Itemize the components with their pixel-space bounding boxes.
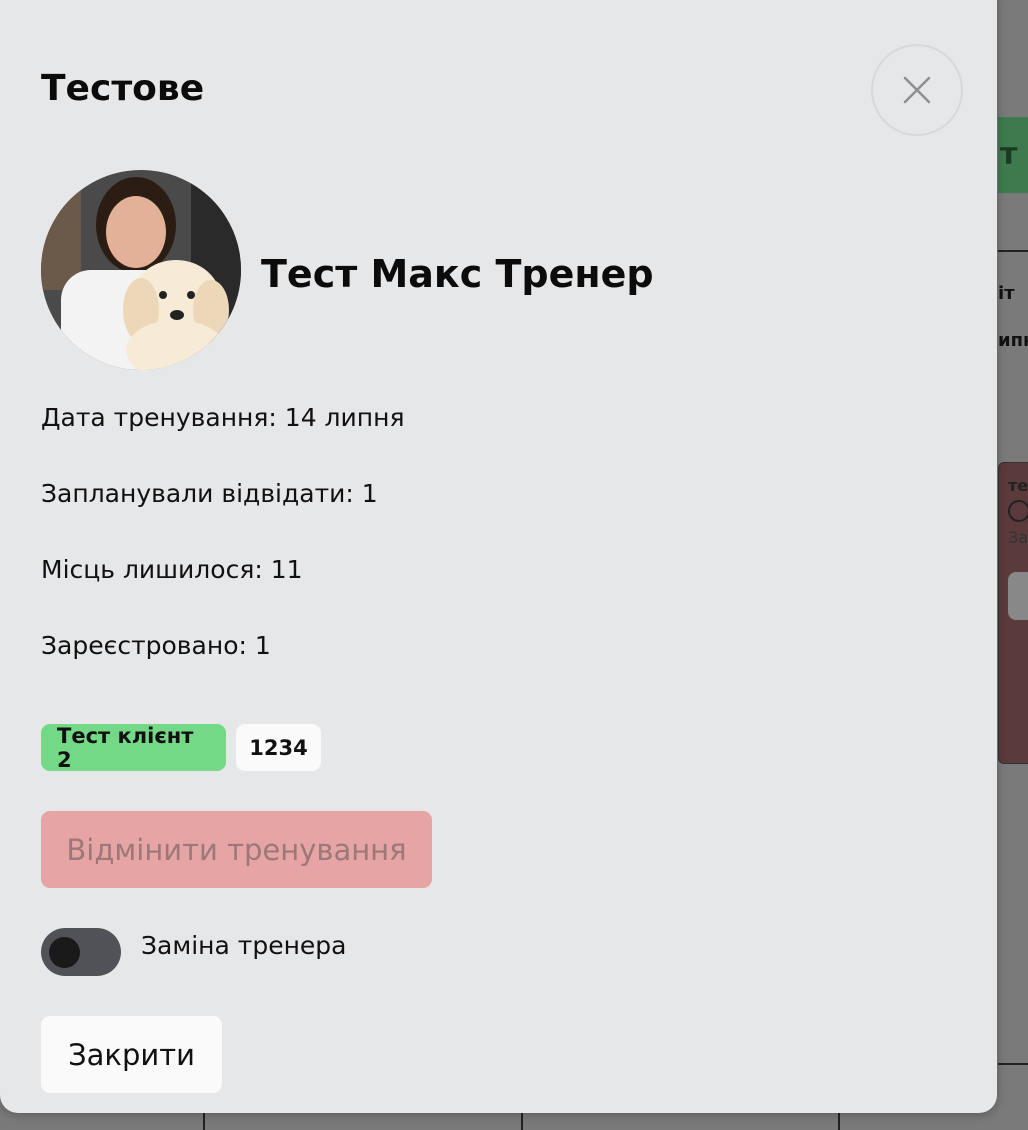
planned-count: Запланували відвідати: 1 xyxy=(41,479,378,508)
background-divider xyxy=(998,250,1028,252)
background-card-sub: За xyxy=(1008,528,1028,547)
toggle-knob xyxy=(49,937,80,968)
client-code-chip: 1234 xyxy=(236,724,321,771)
background-column-label: ипн xyxy=(998,330,1028,351)
trainer-name: Тест Макс Тренер xyxy=(261,252,654,296)
close-modal-button[interactable]: Закрити xyxy=(41,1016,222,1093)
background-divider xyxy=(838,1110,840,1130)
training-date: Дата тренування: 14 липня xyxy=(41,403,405,432)
trainer-avatar xyxy=(41,170,241,370)
background-column-label: іт xyxy=(998,283,1015,304)
registered-count: Зареєстровано: 1 xyxy=(41,631,271,660)
close-button[interactable] xyxy=(871,44,963,136)
substitute-trainer-toggle[interactable] xyxy=(41,928,121,976)
background-green-button: т у xyxy=(998,117,1028,193)
background-divider xyxy=(521,1110,523,1130)
background-card-title: те xyxy=(1008,476,1028,495)
clock-icon xyxy=(1008,500,1028,522)
close-icon xyxy=(903,76,931,104)
background-divider xyxy=(998,1063,1028,1065)
client-chip[interactable]: Тест клієнт 2 xyxy=(41,724,226,772)
spots-left: Місць лишилося: 11 xyxy=(41,555,303,584)
cancel-training-button[interactable]: Відмінити тренування xyxy=(41,811,432,888)
substitute-trainer-label: Заміна тренера xyxy=(141,931,347,960)
background-divider xyxy=(203,1110,205,1130)
modal-title: Тестове xyxy=(41,68,205,109)
background-card-button xyxy=(1008,572,1028,620)
